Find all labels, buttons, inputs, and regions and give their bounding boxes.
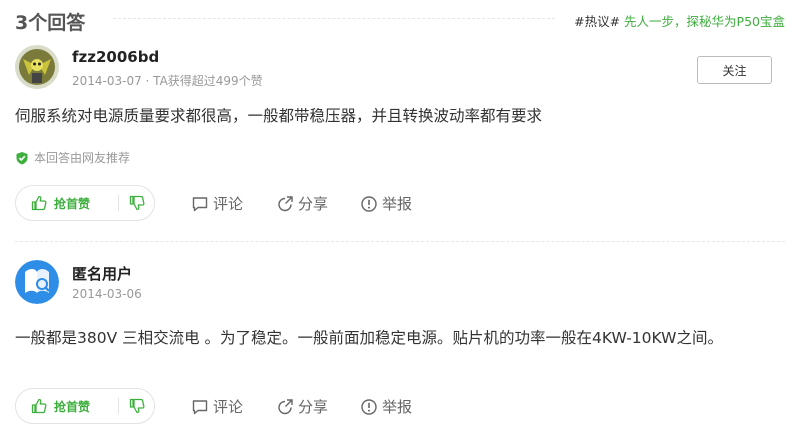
comment-button[interactable]: 评论 (191, 396, 243, 417)
downvote-button[interactable] (119, 389, 154, 423)
thumbs-up-icon (31, 195, 47, 211)
hot-topic-text[interactable]: 先人一步，探秘华为P50宝盒 (624, 14, 785, 29)
answers-header: 3个回答 #热议# 先人一步，探秘华为P50宝盒 (15, 0, 785, 40)
share-icon (278, 398, 293, 414)
upvote-button[interactable]: 抢首赞 (16, 186, 118, 220)
downvote-button[interactable] (119, 186, 154, 220)
report-label: 举报 (382, 398, 413, 416)
answer-actions: 抢首赞 评论 分享 举报 (15, 185, 785, 223)
answer-meta: 2014-03-07 · TA获得超过499个赞 (72, 74, 263, 88)
thumbs-down-icon (129, 398, 144, 414)
header-divider (113, 18, 555, 19)
share-icon (278, 195, 293, 211)
upvote-label: 抢首赞 (54, 196, 91, 211)
answer-divider (15, 241, 785, 242)
comment-icon (192, 399, 208, 414)
thumbs-down-icon (129, 195, 144, 211)
answer-meta: 2014-03-06 (72, 287, 142, 301)
share-button[interactable]: 分享 (276, 396, 328, 417)
report-button[interactable]: 举报 (360, 193, 412, 214)
vote-group: 抢首赞 (15, 185, 155, 221)
report-label: 举报 (382, 195, 413, 213)
comment-label: 评论 (213, 398, 244, 416)
comment-button[interactable]: 评论 (191, 193, 243, 214)
answer-actions: 抢首赞 评论 分享 举报 (15, 388, 785, 426)
hot-topic-link[interactable]: #热议# 先人一步，探秘华为P50宝盒 (574, 11, 785, 30)
anonymous-avatar (15, 260, 59, 304)
report-icon (361, 398, 377, 415)
hot-tag: #热议# (574, 14, 621, 29)
comment-icon (192, 196, 208, 211)
answer-content: 伺服系统对电源质量要求都很高，一般都带稳压器，并且转换波动率都有要求 (15, 107, 543, 125)
share-label: 分享 (298, 195, 329, 213)
follow-button[interactable]: 关注 (697, 56, 772, 84)
share-label: 分享 (298, 398, 329, 416)
avatar[interactable] (15, 45, 59, 89)
report-icon (361, 195, 377, 212)
comment-label: 评论 (213, 195, 244, 213)
upvote-label: 抢首赞 (54, 399, 91, 414)
recommend-text: 本回答由网友推荐 (34, 151, 131, 165)
recommend-note: 本回答由网友推荐 (15, 149, 130, 166)
username: 匿名用户 (72, 265, 133, 283)
username[interactable]: fzz2006bd (72, 48, 159, 66)
vote-group: 抢首赞 (15, 388, 155, 424)
answer-content: 一般都是380V 三相交流电 。为了稳定。一般前面加稳定电源。贴片机的功率一般在… (15, 329, 723, 347)
report-button[interactable]: 举报 (360, 396, 412, 417)
share-button[interactable]: 分享 (276, 193, 328, 214)
shield-check-icon (16, 151, 28, 164)
answer-count-title: 3个回答 (15, 12, 86, 34)
thumbs-up-icon (31, 398, 47, 414)
upvote-button[interactable]: 抢首赞 (16, 389, 118, 423)
